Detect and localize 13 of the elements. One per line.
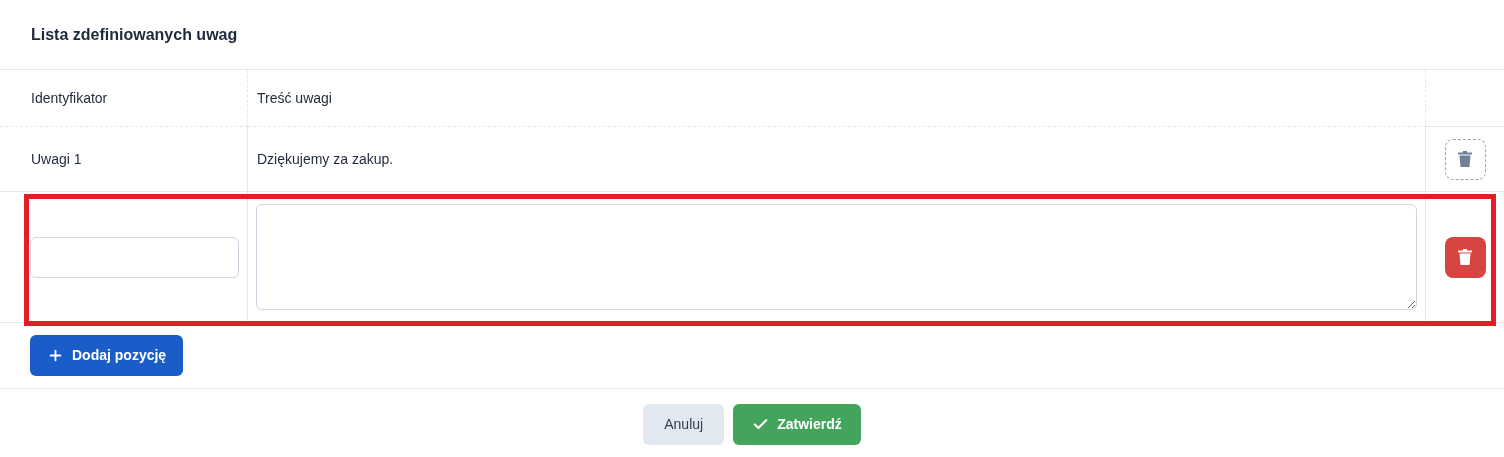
column-header: Identyfikator (31, 88, 108, 108)
trash-icon (1458, 249, 1472, 265)
table-cell-text: Uwagi 1 (31, 149, 82, 169)
dialog-title: Lista zdefiniowanych uwag (31, 24, 238, 45)
trash-icon (1458, 151, 1472, 167)
confirm-button[interactable]: Zatwierdź (733, 403, 861, 445)
plus-icon (47, 347, 64, 364)
add-item-button[interactable]: Dodaj pozycję (30, 335, 184, 376)
table-cell-text: Dziękujemy za zakup. (257, 149, 394, 169)
identifier-input[interactable] (30, 236, 239, 278)
cancel-button[interactable]: Anuluj (643, 403, 725, 445)
column-header: Treść uwagi (257, 88, 332, 108)
delete-button[interactable] (1444, 236, 1486, 278)
